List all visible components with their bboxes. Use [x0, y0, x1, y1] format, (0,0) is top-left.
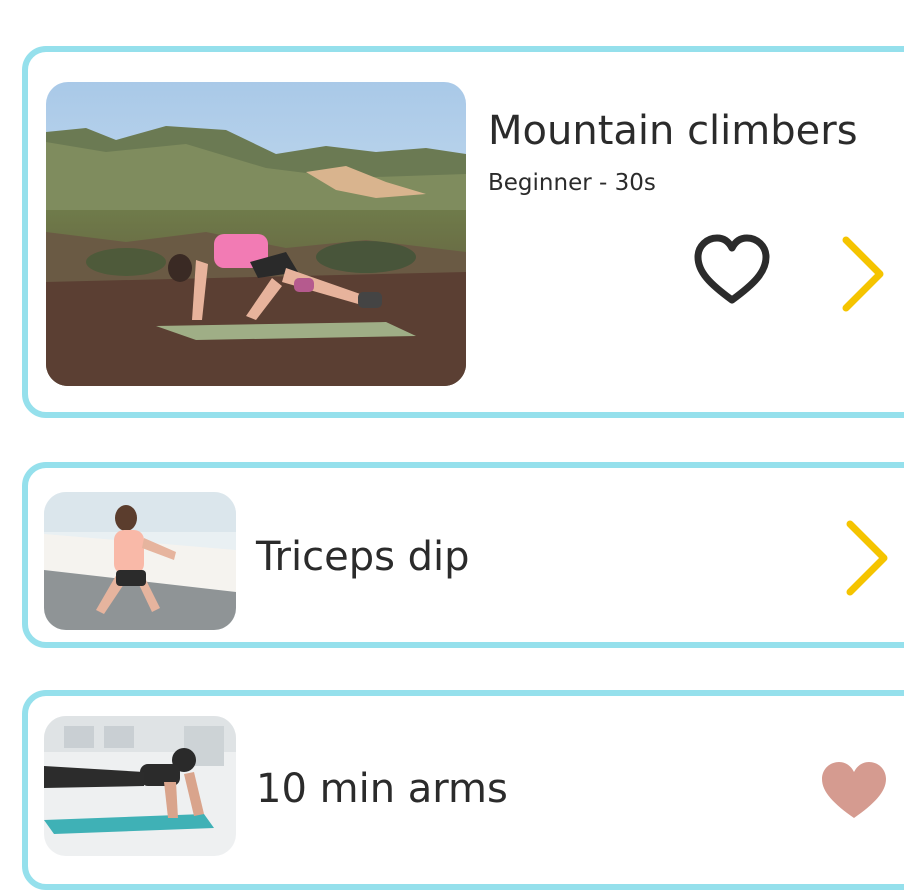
workout-card-mountain-climbers[interactable]: Mountain climbers Beginner - 30s [22, 46, 904, 418]
workout-thumbnail [46, 82, 466, 386]
workout-subtitle: Beginner - 30s [488, 170, 656, 196]
heart-filled-icon[interactable] [820, 760, 888, 820]
workout-card-10-min-arms[interactable]: 10 min arms [22, 690, 904, 890]
workout-thumbnail [44, 492, 236, 630]
workout-title: Mountain climbers [488, 108, 858, 154]
workout-card-triceps-dip[interactable]: Triceps dip [22, 462, 904, 648]
workout-title: 10 min arms [256, 766, 508, 812]
chevron-right-icon[interactable] [842, 518, 892, 598]
workout-title: Triceps dip [256, 534, 470, 580]
heart-outline-icon[interactable] [692, 232, 772, 308]
workout-thumbnail [44, 716, 236, 856]
chevron-right-icon[interactable] [838, 234, 888, 314]
